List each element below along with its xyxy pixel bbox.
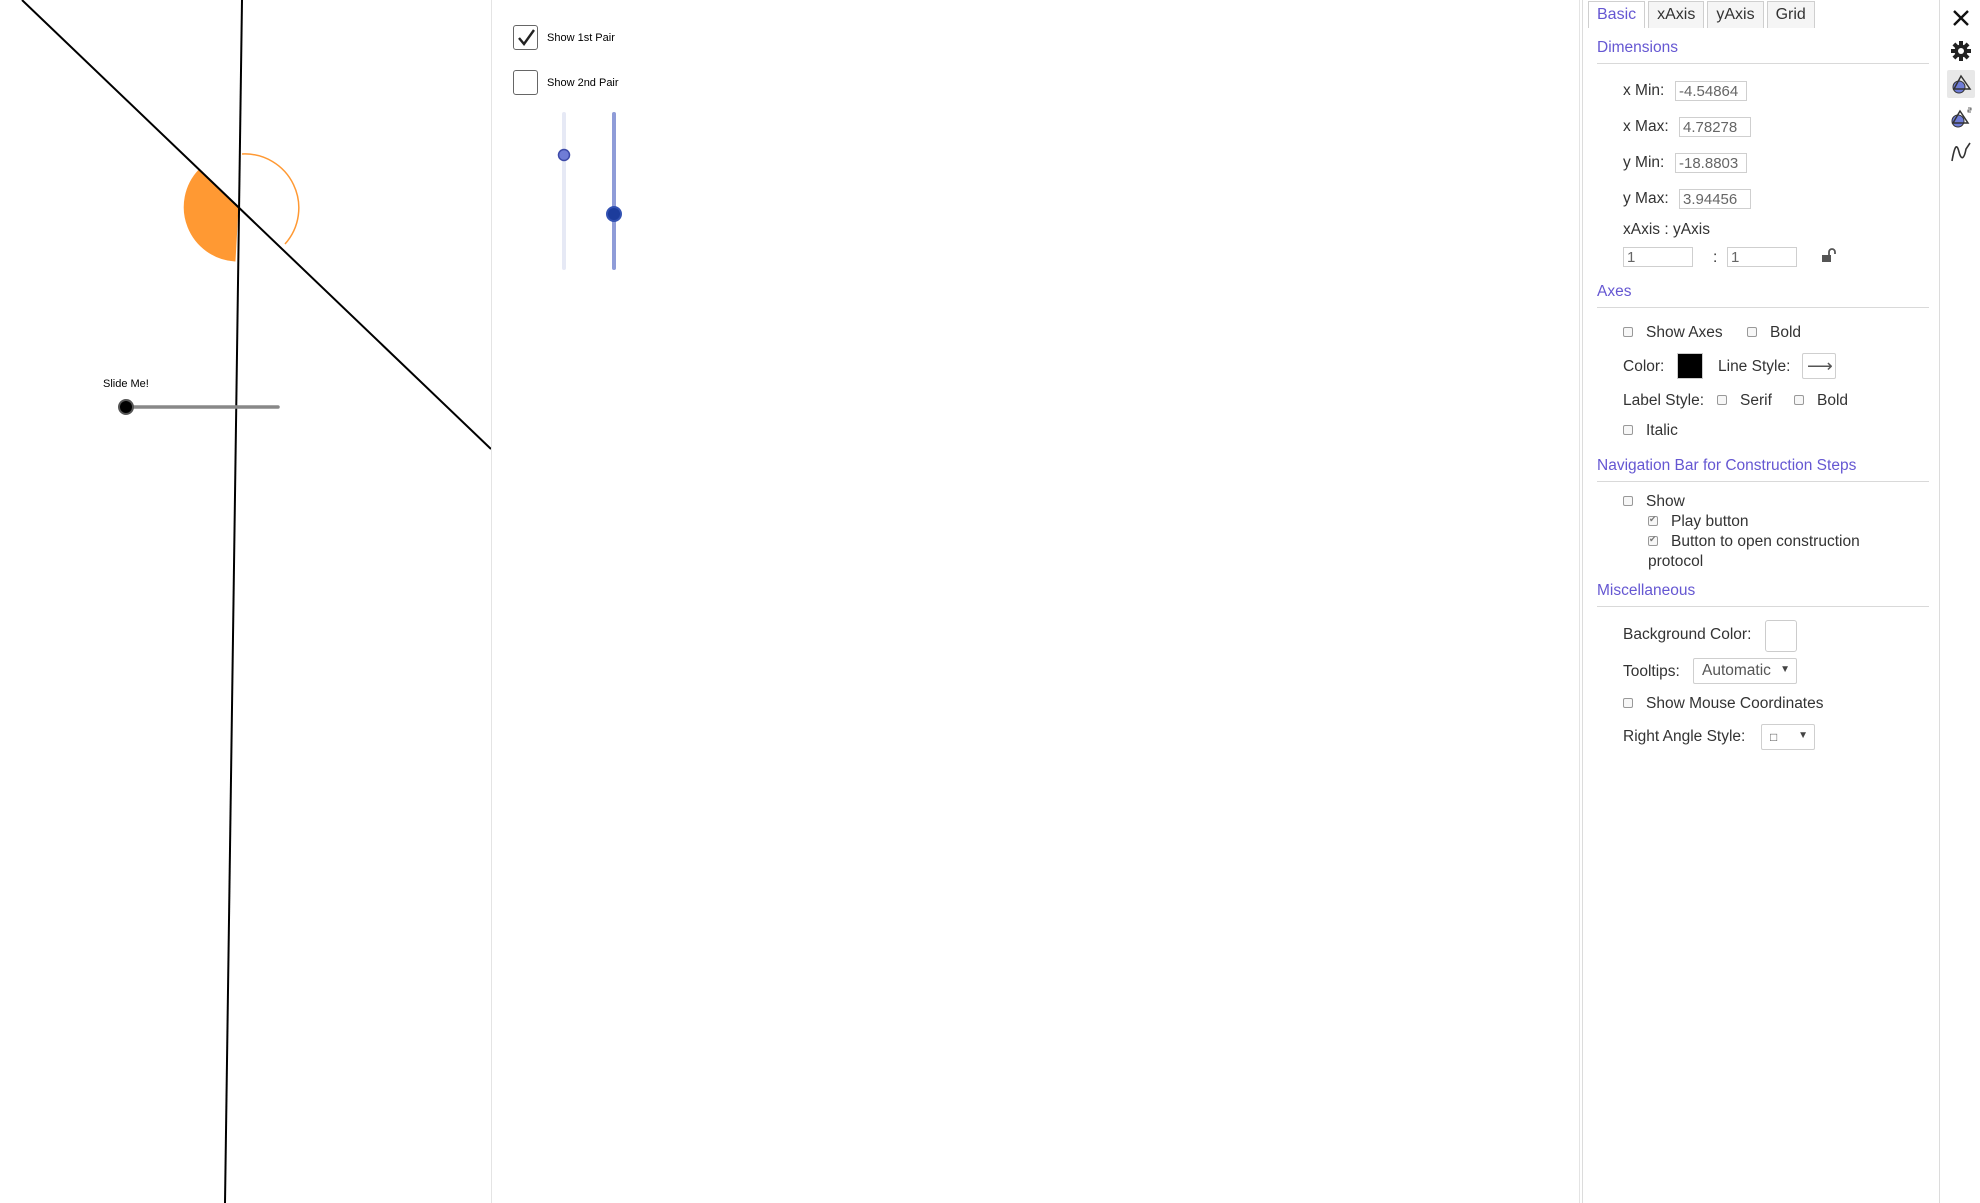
section-dimensions: Dimensions [1597, 39, 1678, 56]
view-divider-1[interactable] [491, 0, 492, 1203]
axis-ratio-label: xAxis : yAxis [1623, 221, 1710, 238]
background-color-label: Background Color: [1623, 626, 1752, 643]
label-bold-checkbox[interactable] [1794, 395, 1804, 405]
section-miscellaneous: Miscellaneous [1597, 582, 1696, 599]
play-button-label: Play button [1671, 513, 1749, 530]
serif-checkbox[interactable] [1717, 395, 1727, 405]
x-max-input[interactable] [1679, 117, 1751, 137]
bold-label: Bold [1770, 324, 1802, 341]
line-diagonal[interactable] [21, 0, 491, 450]
line-style-label: Line Style: [1718, 358, 1791, 375]
axes-color-label: Color: [1623, 358, 1665, 375]
ratio-x-input[interactable] [1623, 247, 1693, 267]
axes-color-swatch[interactable] [1677, 353, 1703, 379]
tooltips-dropdown[interactable]: Automatic ▼ [1693, 658, 1797, 684]
italic-label: Italic [1646, 422, 1678, 439]
protocol-button-label-cont: protocol [1648, 553, 1704, 570]
section-axes: Axes [1597, 283, 1632, 300]
y-max-label: y Max: [1623, 190, 1669, 207]
gear-icon[interactable] [1947, 37, 1975, 65]
checkbox-show-2nd-pair[interactable]: Show 2nd Pair [513, 70, 619, 95]
y-min-label: y Min: [1623, 154, 1665, 171]
x-max-label: x Max: [1623, 118, 1669, 135]
ratio-separator: : [1713, 249, 1718, 266]
right-angle-value: □ [1770, 730, 1778, 744]
slider-caption: Slide Me! [103, 378, 149, 390]
italic-checkbox[interactable] [1623, 425, 1633, 435]
graphics-canvas-1[interactable] [0, 0, 491, 1203]
checkbox-1-box[interactable] [513, 25, 538, 50]
play-button-checkbox[interactable] [1648, 514, 1658, 526]
section-divider [1597, 481, 1929, 482]
line-steep[interactable] [224, 0, 243, 1203]
tab-yaxis[interactable]: yAxis [1707, 1, 1764, 28]
graphics-view-icon[interactable] [1947, 70, 1975, 98]
protocol-button-label: Button to open construction [1671, 533, 1860, 550]
angle-sector-filled[interactable] [183, 169, 239, 262]
y-min-input[interactable] [1675, 153, 1747, 173]
graphics-view-2[interactable]: Show 1st Pair Show 2nd Pair [496, 0, 1579, 1203]
settings-tabs: Basic xAxis yAxis Grid [1588, 1, 1815, 28]
label-bold-label: Bold [1817, 392, 1849, 409]
slider-b-handle[interactable] [606, 206, 622, 222]
slider-handle[interactable] [118, 399, 134, 415]
x-min-input[interactable] [1675, 81, 1747, 101]
checkbox-1-label: Show 1st Pair [547, 31, 615, 44]
checkbox-show-1st-pair[interactable]: Show 1st Pair [513, 25, 615, 50]
x-min-label: x Min: [1623, 82, 1665, 99]
nav-show-checkbox[interactable] [1623, 496, 1633, 506]
dropdown-arrow-icon: ▼ [1780, 664, 1790, 675]
section-navigation: Navigation Bar for Construction Steps [1597, 457, 1857, 474]
arrow-right-icon: ⟶ [1807, 355, 1833, 376]
right-angle-label: Right Angle Style: [1623, 728, 1746, 745]
ratio-y-input[interactable] [1727, 247, 1797, 267]
settings-panel: Basic xAxis yAxis Grid Dimensions x Min:… [1582, 0, 1940, 1203]
tab-xaxis[interactable]: xAxis [1648, 1, 1705, 28]
tooltips-label: Tooltips: [1623, 663, 1680, 680]
slider-a-handle[interactable] [557, 148, 571, 162]
background-color-swatch[interactable] [1765, 620, 1797, 652]
function-icon[interactable] [1947, 138, 1975, 166]
tab-basic[interactable]: Basic [1588, 1, 1646, 28]
section-divider [1597, 307, 1929, 308]
graphics-view-2-icon[interactable] [1947, 104, 1975, 132]
section-divider [1597, 63, 1929, 64]
mouse-coords-checkbox[interactable] [1623, 698, 1633, 708]
mouse-coords-label: Show Mouse Coordinates [1646, 695, 1824, 712]
dropdown-arrow-icon: ▼ [1798, 730, 1808, 741]
show-axes-checkbox[interactable] [1623, 327, 1633, 337]
section-divider [1597, 606, 1929, 607]
checkmark-icon [517, 28, 535, 46]
show-axes-label: Show Axes [1646, 324, 1723, 341]
right-angle-dropdown[interactable]: □ ▼ [1761, 724, 1815, 750]
protocol-button-checkbox[interactable] [1648, 534, 1658, 546]
serif-label: Serif [1740, 392, 1772, 409]
tooltips-value: Automatic [1702, 662, 1771, 679]
angle-arc-outline[interactable] [241, 153, 300, 245]
checkbox-2-box[interactable] [513, 70, 538, 95]
view-divider-2[interactable] [1579, 0, 1580, 1203]
nav-show-label: Show [1646, 493, 1685, 510]
label-style-label: Label Style: [1623, 392, 1704, 409]
checkbox-2-label: Show 2nd Pair [547, 76, 619, 89]
tab-grid[interactable]: Grid [1766, 1, 1815, 28]
bold-checkbox[interactable] [1747, 327, 1757, 337]
lock-open-icon[interactable] [1819, 247, 1837, 265]
graphics-view-1[interactable]: Slide Me! [0, 0, 491, 1203]
line-style-dropdown[interactable]: ⟶ [1802, 353, 1836, 379]
vertical-sliders[interactable] [526, 108, 646, 278]
y-max-input[interactable] [1679, 189, 1751, 209]
settings-icon-rail [1941, 0, 1980, 1203]
close-icon[interactable] [1947, 4, 1975, 32]
